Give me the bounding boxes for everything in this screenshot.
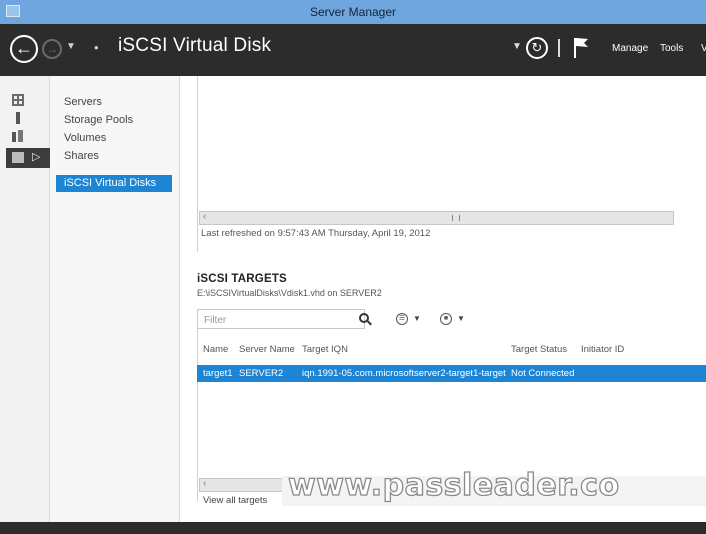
app-header: ← → ▼ • iSCSI Virtual Disk ▼ ↻ Manage To… xyxy=(0,24,706,76)
window-title: Server Manager xyxy=(309,5,397,19)
cell-name: target1 xyxy=(203,368,233,379)
refresh-dropdown-icon[interactable]: ▼ xyxy=(512,41,522,52)
dashboard-icon[interactable] xyxy=(12,94,24,106)
column-header-target-status[interactable]: Target Status xyxy=(511,344,567,355)
upper-pane-border xyxy=(197,76,198,252)
menu-tools[interactable]: Tools xyxy=(660,43,683,54)
upper-horizontal-scrollbar[interactable]: ‹ xyxy=(199,211,674,225)
search-icon[interactable] xyxy=(359,313,369,323)
column-header-server-name[interactable]: Server Name xyxy=(239,344,295,355)
notifications-flag-icon[interactable] xyxy=(573,37,589,59)
chevron-down-icon: ▼ xyxy=(413,314,421,323)
save-query-icon: ■ xyxy=(440,313,452,325)
breadcrumb-separator: • xyxy=(94,40,99,55)
sidebar-item-iscsi-virtual-disks[interactable]: iSCSI Virtual Disks xyxy=(56,175,172,192)
cell-target-status: Not Connected xyxy=(511,368,575,379)
column-header-target-iqn[interactable]: Target IQN xyxy=(302,344,348,355)
sidebar: Servers Storage Pools Volumes Shares iSC… xyxy=(50,76,180,534)
menu-view[interactable]: V xyxy=(701,43,706,54)
main-content: ‹ Last refreshed on 9:57:43 AM Thursday,… xyxy=(181,76,706,534)
menu-manage[interactable]: Manage xyxy=(612,43,648,54)
history-dropdown-icon[interactable]: ▼ xyxy=(66,41,76,52)
watermark-text: www.passleader.co xyxy=(287,467,620,503)
file-storage-services-icon[interactable]: ▷ xyxy=(6,148,50,168)
cell-server-name: SERVER2 xyxy=(239,368,284,379)
forward-button[interactable]: → xyxy=(42,39,62,59)
sidebar-item-servers[interactable]: Servers xyxy=(56,94,172,111)
all-servers-icon[interactable] xyxy=(12,130,24,142)
scroll-left-icon[interactable]: ‹ xyxy=(203,478,206,489)
cell-target-iqn: iqn.1991-05.com.microsoftserver2-target1… xyxy=(302,368,506,379)
header-divider xyxy=(558,39,560,57)
lower-pane-border xyxy=(197,321,198,501)
refresh-icon[interactable]: ↻ xyxy=(526,37,548,59)
scroll-left-icon[interactable]: ‹ xyxy=(203,211,206,222)
filter-box xyxy=(197,309,365,330)
page-title: iSCSI Virtual Disk xyxy=(118,35,272,56)
list-options-icon: ☰ xyxy=(396,313,408,325)
sidebar-item-storage-pools[interactable]: Storage Pools xyxy=(56,112,172,129)
chevron-down-icon: ▼ xyxy=(457,314,465,323)
local-server-icon[interactable] xyxy=(12,112,24,124)
bottom-bar xyxy=(0,522,706,534)
column-header-initiator-id[interactable]: Initiator ID xyxy=(581,344,624,355)
window-titlebar: Server Manager xyxy=(0,0,706,24)
last-refreshed-text: Last refreshed on 9:57:43 AM Thursday, A… xyxy=(201,228,431,239)
filter-input[interactable] xyxy=(198,311,338,330)
section-title: iSCSI TARGETS xyxy=(197,273,287,285)
back-button[interactable]: ← xyxy=(10,35,38,63)
sidebar-item-shares[interactable]: Shares xyxy=(56,148,172,165)
column-header-name[interactable]: Name xyxy=(203,344,228,355)
section-subtitle: E:\iSCSIVirtualDisks\Vdisk1.vhd on SERVE… xyxy=(197,288,382,298)
view-all-targets-link[interactable]: View all targets xyxy=(203,495,267,506)
scrollbar-thumb[interactable] xyxy=(452,215,460,221)
sidebar-item-volumes[interactable]: Volumes xyxy=(56,130,172,147)
left-icon-strip: ▷ xyxy=(0,76,50,534)
expand-arrow-icon: ▷ xyxy=(32,151,41,163)
